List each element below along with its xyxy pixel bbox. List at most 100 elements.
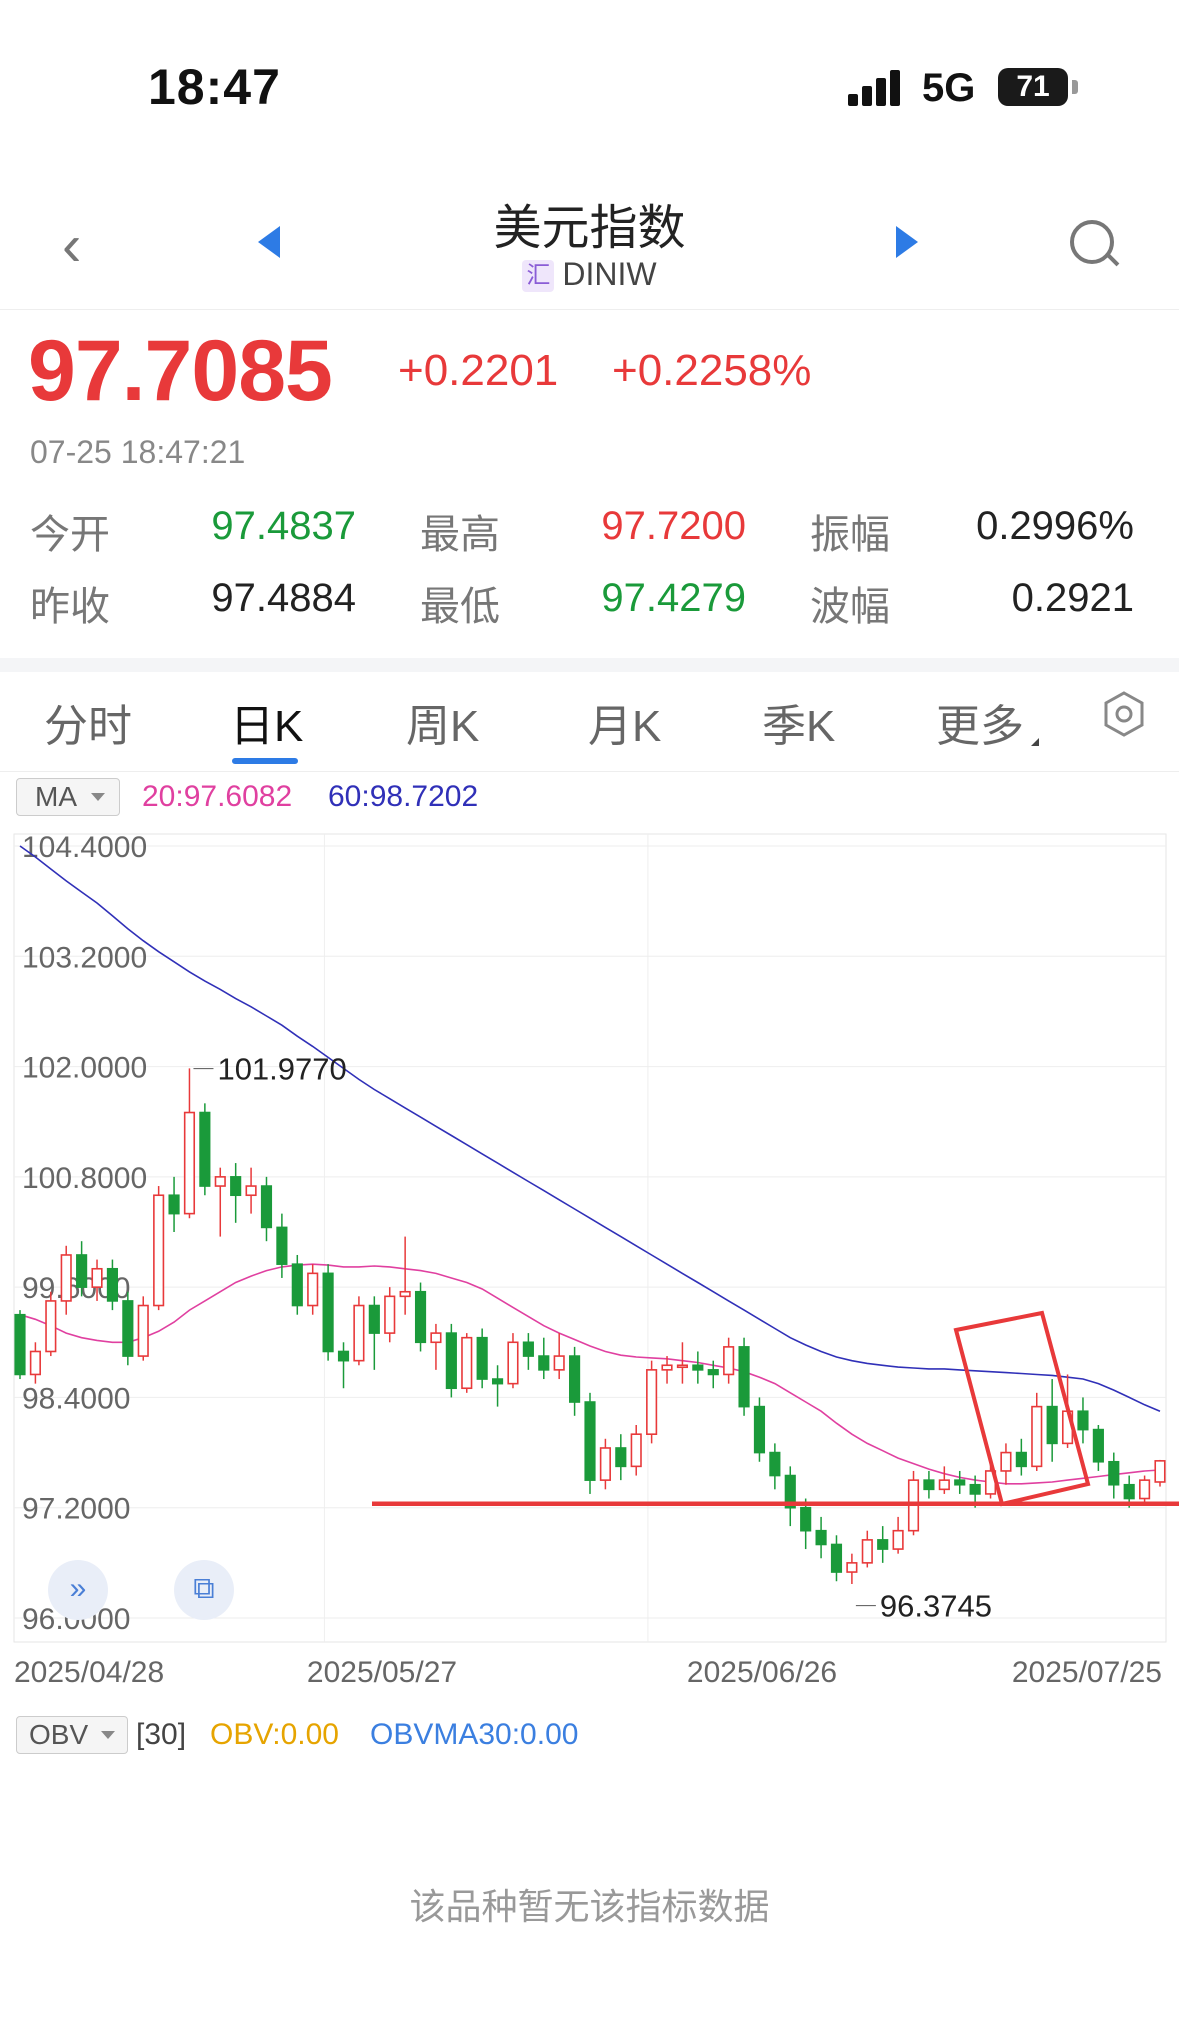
candle-down [569, 1355, 581, 1403]
candle-down [1077, 1410, 1089, 1431]
x-tick-label: 2025/05/27 [307, 1656, 457, 1689]
y-tick-label: 102.0000 [22, 1052, 147, 1085]
more-caret-icon [1031, 738, 1039, 746]
candle-up [183, 1111, 196, 1215]
wave-label: 波幅 [810, 585, 890, 629]
tab-more[interactable]: 更多 [936, 690, 1024, 754]
fullscreen-icon[interactable]: ⧉ [174, 1560, 234, 1620]
kline-chart[interactable]: 104.4000 103.2000 102.0000 100.8000 99.6000 9… [0, 820, 1179, 1690]
battery-icon: 71 [998, 68, 1068, 106]
y-tick-label: 103.2000 [22, 941, 147, 974]
tab-monthly-k[interactable]: 月K [588, 690, 661, 754]
tab-daily-k[interactable]: 日K [230, 690, 303, 754]
candle-up [29, 1350, 41, 1376]
tab-quarterly-k[interactable]: 季K [762, 690, 835, 754]
candle-up [1031, 1405, 1043, 1468]
network-type: 5G [922, 66, 976, 110]
candle-up [646, 1369, 658, 1435]
candle-down [707, 1369, 719, 1376]
tab-intraday[interactable]: 分时 [44, 690, 132, 754]
obv-indicator-select[interactable]: OBV [16, 1716, 128, 1754]
candle-down [322, 1272, 334, 1353]
candle-up [507, 1341, 519, 1385]
candle-down [445, 1332, 457, 1390]
candle-up [661, 1364, 673, 1371]
low-label: 最低 [420, 585, 500, 629]
section-divider [0, 658, 1179, 672]
candle-up [723, 1346, 735, 1376]
x-tick-label: 2025/06/26 [687, 1656, 837, 1689]
candle-up [353, 1304, 365, 1362]
candle-up [245, 1185, 257, 1197]
candle-down [1092, 1428, 1104, 1463]
ma60-legend: 60:98.7202 [328, 780, 479, 813]
settings-icon[interactable] [1102, 690, 1146, 738]
candle-down [830, 1543, 843, 1573]
candle-up [214, 1176, 226, 1187]
candle-down [753, 1405, 766, 1454]
active-tab-indicator [232, 758, 298, 764]
y-tick-label: 98.4000 [22, 1382, 130, 1415]
prev-close-label: 昨收 [30, 585, 110, 629]
candle-down [769, 1451, 781, 1477]
scroll-latest-icon[interactable]: » [48, 1560, 108, 1620]
candle-down [476, 1336, 488, 1380]
signal-icon [848, 70, 904, 106]
chart-frame [13, 833, 1167, 1643]
y-tick-label: 97.2000 [22, 1493, 130, 1526]
candle-up [846, 1562, 858, 1573]
instrument-code: 汇 DINIW [0, 256, 1179, 293]
candle-down [1123, 1483, 1135, 1500]
nav-header: ‹ 美元指数 汇 DINIW [0, 180, 1179, 310]
candle-up [938, 1479, 950, 1491]
y-tick-label: 100.8000 [22, 1162, 147, 1195]
candle-down [1046, 1405, 1058, 1445]
candle-up [307, 1272, 319, 1307]
candle-down [800, 1506, 812, 1532]
candle-down [1108, 1460, 1120, 1486]
candle-down [491, 1378, 504, 1385]
last-price: 97.7085 [28, 323, 333, 419]
candle-down [692, 1364, 704, 1371]
x-tick-label: 2025/07/25 [1012, 1656, 1162, 1689]
candle-down [260, 1185, 273, 1229]
candle-down [368, 1304, 380, 1334]
kline-svg: 104.4000103.2000102.0000100.800099.60009… [13, 831, 1179, 1689]
y-tick-label: 104.4000 [22, 831, 147, 864]
next-instrument-icon[interactable] [896, 226, 918, 258]
candle-up [1154, 1460, 1166, 1483]
high-label: 最高 [420, 513, 500, 557]
x-tick-label: 2025/04/28 [14, 1656, 164, 1689]
prev-close-value: 97.4884 [211, 576, 356, 620]
amplitude-value: 0.2996% [976, 504, 1134, 548]
candle-up [553, 1355, 565, 1371]
candle-up [599, 1447, 611, 1481]
tab-weekly-k[interactable]: 周K [406, 690, 479, 754]
candle-up [1139, 1479, 1151, 1500]
candle-down [522, 1341, 534, 1357]
obvma-value: OBVMA30:0.00 [370, 1718, 579, 1751]
open-label: 今开 [30, 513, 110, 557]
candle-down [738, 1346, 750, 1408]
code-label: DINIW [562, 256, 657, 292]
no-data-message: 该品种暂无该指标数据 [409, 1886, 770, 1927]
candle-down [538, 1355, 550, 1371]
candle-down [877, 1539, 889, 1550]
candle-down [230, 1176, 242, 1197]
candle-up [461, 1336, 473, 1390]
candle-up [892, 1529, 904, 1550]
candle-down [337, 1350, 350, 1362]
obv-value: OBV:0.00 [210, 1718, 339, 1751]
candle-down [199, 1111, 211, 1187]
max-price-label: 101.9770 [217, 1052, 346, 1087]
amplitude-label: 振幅 [810, 513, 890, 557]
open-value: 97.4837 [211, 504, 356, 548]
quote-time: 07-25 18:47:21 [30, 434, 246, 470]
candle-down [276, 1226, 288, 1265]
candle-down [106, 1267, 119, 1302]
min-price-label: 96.3745 [880, 1589, 992, 1624]
ma-indicator-select[interactable]: MA [16, 778, 120, 816]
search-icon[interactable] [1070, 220, 1114, 264]
price-change: +0.2201 [398, 346, 559, 395]
wave-value: 0.2921 [1011, 576, 1134, 620]
